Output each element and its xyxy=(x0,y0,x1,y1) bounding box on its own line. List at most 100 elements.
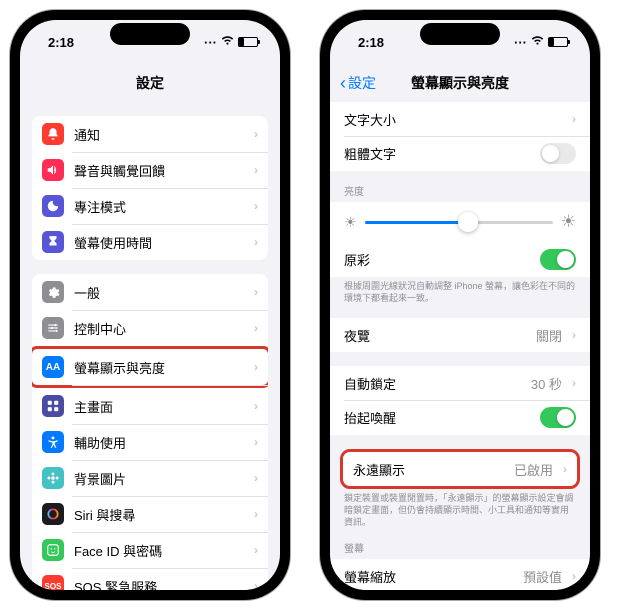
flower-icon xyxy=(42,467,64,489)
toggle-bold[interactable] xyxy=(540,143,576,164)
label: 原彩 xyxy=(344,250,530,269)
row-auto-lock[interactable]: 自動鎖定 30 秒 › xyxy=(330,366,590,400)
section-header-screen: 螢幕 xyxy=(330,540,590,559)
settings-row[interactable]: 通知 › xyxy=(32,116,268,152)
grid-icon xyxy=(42,395,64,417)
page-title: 設定 xyxy=(136,73,164,93)
chevron-right-icon: › xyxy=(254,199,258,213)
status-time: 2:18 xyxy=(48,35,74,50)
row-label: 聲音與觸覺回饋 xyxy=(74,161,244,180)
chevron-right-icon: › xyxy=(254,507,258,521)
access-icon xyxy=(42,431,64,453)
section-text: 文字大小 › 粗體文字 xyxy=(330,102,590,171)
status-time: 2:18 xyxy=(358,35,384,50)
row-label: 螢幕使用時間 xyxy=(74,233,244,252)
section-header-brightness: 亮度 xyxy=(330,183,590,202)
row-raise-wake[interactable]: 抬起喚醒 xyxy=(330,400,590,435)
wifi-icon xyxy=(531,36,544,49)
cellular-icon: ··· xyxy=(204,35,217,50)
settings-row[interactable]: 一般› xyxy=(32,274,268,310)
screen-left: 2:18 ··· 設定 通知›聲音與觸覺回饋›專注模式›螢幕使用時間›一般›控制… xyxy=(20,20,280,590)
sun-large-icon: ☀︎ xyxy=(561,212,576,232)
siri-icon xyxy=(42,503,64,525)
screen-right: 2:18 ··· ‹ 設定 螢幕顯示與亮度 文字大小 › xyxy=(330,20,590,590)
chevron-right-icon: › xyxy=(254,435,258,449)
sun-small-icon: ☀︎ xyxy=(344,214,357,231)
chevron-right-icon: › xyxy=(572,569,576,583)
settings-row[interactable]: 控制中心› xyxy=(32,310,268,346)
row-night-shift[interactable]: 夜覽 關閉 › xyxy=(330,318,590,352)
brightness-slider-row: ☀︎ ☀︎ xyxy=(330,202,590,242)
back-label: 設定 xyxy=(348,73,376,93)
nav-header: ‹ 設定 螢幕顯示與亮度 xyxy=(330,64,590,102)
chevron-right-icon: › xyxy=(563,462,567,476)
row-zoom[interactable]: 螢幕縮放 預設值 › xyxy=(330,559,590,590)
settings-content[interactable]: 通知›聲音與觸覺回饋›專注模式›螢幕使用時間›一般›控制中心›AA螢幕顯示與亮度… xyxy=(20,102,280,590)
row-label: SOS 緊急服務 xyxy=(74,577,244,591)
moon-icon xyxy=(42,195,64,217)
chevron-right-icon: › xyxy=(254,163,258,177)
settings-row[interactable]: AA螢幕顯示與亮度› xyxy=(32,346,268,388)
SOS-icon: SOS xyxy=(42,575,64,590)
back-button[interactable]: ‹ 設定 xyxy=(340,73,376,94)
gear-icon xyxy=(42,281,64,303)
label: 抬起喚醒 xyxy=(344,408,530,427)
row-label: 通知 xyxy=(74,125,244,144)
section-lock: 自動鎖定 30 秒 › 抬起喚醒 xyxy=(330,366,590,435)
brightness-slider[interactable] xyxy=(365,221,553,224)
settings-section: 一般›控制中心›AA螢幕顯示與亮度›主畫面›輔助使用›背景圖片›Siri 與搜尋… xyxy=(32,274,268,590)
chevron-right-icon: › xyxy=(254,579,258,590)
display-content[interactable]: 文字大小 › 粗體文字 亮度 ☀︎ ☀︎ 原彩 xyxy=(330,102,590,590)
chevron-right-icon: › xyxy=(572,376,576,390)
chevron-right-icon: › xyxy=(572,112,576,126)
chevron-right-icon: › xyxy=(254,543,258,557)
settings-row[interactable]: 輔助使用› xyxy=(32,424,268,460)
chevron-right-icon: › xyxy=(254,360,258,374)
chevron-right-icon: › xyxy=(254,127,258,141)
row-label: 一般 xyxy=(74,283,244,302)
row-always-on[interactable]: 永遠顯示 已啟用 › xyxy=(343,452,577,486)
phone-right: 2:18 ··· ‹ 設定 螢幕顯示與亮度 文字大小 › xyxy=(320,10,600,600)
settings-row[interactable]: 專注模式› xyxy=(32,188,268,224)
face-icon xyxy=(42,539,64,561)
page-title: 螢幕顯示與亮度 xyxy=(411,73,509,93)
label: 自動鎖定 xyxy=(344,374,521,393)
notch xyxy=(110,23,190,45)
row-bold-text[interactable]: 粗體文字 xyxy=(330,136,590,171)
row-text-size[interactable]: 文字大小 › xyxy=(330,102,590,136)
label: 永遠顯示 xyxy=(353,460,504,479)
phone-left: 2:18 ··· 設定 通知›聲音與觸覺回饋›專注模式›螢幕使用時間›一般›控制… xyxy=(10,10,290,600)
footer-true-tone: 根據周圍光線狀況自動調整 iPhone 螢幕，讓色彩在不同的環境下都看起來一致。 xyxy=(330,277,590,304)
sliders-icon xyxy=(42,317,64,339)
chevron-right-icon: › xyxy=(572,328,576,342)
status-right: ··· xyxy=(204,35,258,50)
settings-row[interactable]: 聲音與觸覺回饋 › xyxy=(32,152,268,188)
toggle-raise-wake[interactable] xyxy=(540,407,576,428)
chevron-right-icon: › xyxy=(254,321,258,335)
settings-row[interactable]: 背景圖片› xyxy=(32,460,268,496)
section-brightness: ☀︎ ☀︎ 原彩 xyxy=(330,202,590,277)
value: 30 秒 xyxy=(531,374,562,393)
row-label: 螢幕顯示與亮度 xyxy=(74,358,244,377)
hourglass-icon xyxy=(42,231,64,253)
settings-row[interactable]: 主畫面› xyxy=(32,388,268,424)
settings-row[interactable]: Siri 與搜尋 › xyxy=(32,496,268,532)
notch xyxy=(420,23,500,45)
row-label: Siri 與搜尋 xyxy=(74,505,244,524)
settings-row[interactable]: SOS SOS 緊急服務 › xyxy=(32,568,268,590)
value: 關閉 xyxy=(536,326,562,345)
toggle-true-tone[interactable] xyxy=(540,249,576,270)
row-label: 背景圖片 xyxy=(74,469,244,488)
chevron-right-icon: › xyxy=(254,235,258,249)
settings-section: 通知›聲音與觸覺回饋›專注模式›螢幕使用時間› xyxy=(32,116,268,260)
row-true-tone[interactable]: 原彩 xyxy=(330,242,590,277)
settings-row[interactable]: 螢幕使用時間 › xyxy=(32,224,268,260)
section-night: 夜覽 關閉 › xyxy=(330,318,590,352)
cellular-icon: ··· xyxy=(514,35,527,50)
status-right: ··· xyxy=(514,35,568,50)
settings-row[interactable]: Face ID 與密碼 › xyxy=(32,532,268,568)
nav-header: 設定 xyxy=(20,64,280,102)
wifi-icon xyxy=(221,36,234,49)
bell-icon xyxy=(42,123,64,145)
row-label: Face ID 與密碼 xyxy=(74,541,244,560)
